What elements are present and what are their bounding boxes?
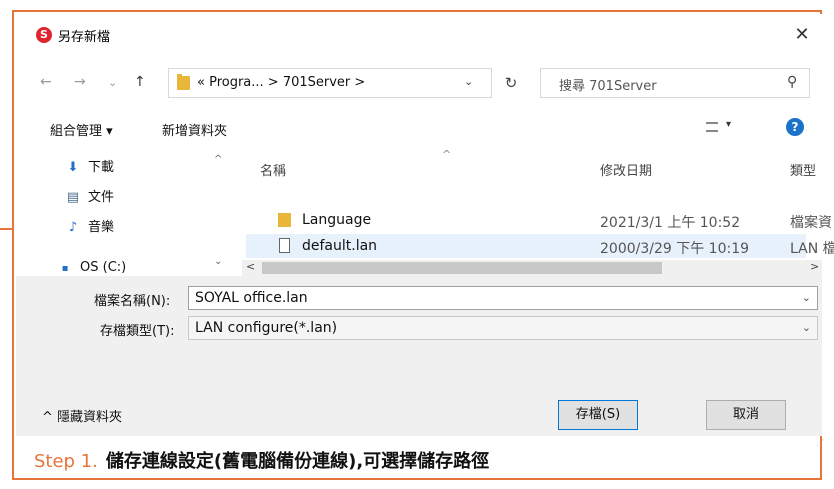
view-options-icon[interactable] [706, 122, 718, 132]
search-placeholder: 搜尋 701Server [559, 79, 657, 94]
sidebar-item-label: 文件 [88, 190, 115, 205]
sidebar-item-music[interactable]: ♪ 音樂 [66, 216, 114, 238]
chevron-down-icon[interactable]: ⌄ [802, 291, 811, 304]
sidebar-item-downloads[interactable]: ⬇ 下載 [66, 156, 114, 178]
file-date: 2021/3/1 上午 10:52 [600, 215, 741, 231]
file-name: default.lan [302, 238, 378, 254]
sidebar-scrollbar[interactable]: ^ ⌄ [212, 152, 224, 278]
address-bar[interactable]: « Progra... > 701Server > ⌄ [168, 68, 492, 98]
file-row-language[interactable]: Language 2021/3/1 上午 10:52 檔案資 [246, 208, 832, 232]
sidebar-item-documents[interactable]: ▤ 文件 [66, 186, 114, 208]
filename-label: 檔案名稱(N): [94, 294, 171, 309]
search-icon[interactable]: ⚲ [787, 74, 797, 90]
download-icon: ⬇ [67, 160, 79, 175]
scroll-left-icon[interactable]: < [246, 260, 255, 273]
command-bar: 組合管理 ▾ 新增資料夾 ▾ ? [16, 110, 822, 146]
scroll-up-icon[interactable]: ^ [214, 154, 222, 165]
filetype-value[interactable]: LAN configure(*.lan) [195, 320, 337, 336]
new-folder-button[interactable]: 新增資料夾 [162, 120, 227, 139]
cancel-button[interactable]: 取消 [706, 400, 786, 430]
file-row-default-lan[interactable]: default.lan 2000/3/29 下午 10:19 LAN 檔 [246, 234, 834, 258]
file-date: 2000/3/29 下午 10:19 [600, 241, 750, 257]
help-icon[interactable]: ? [786, 118, 804, 136]
sort-ascending-icon: ^ [442, 148, 452, 161]
folder-icon [177, 74, 190, 90]
filetype-label: 存檔類型(T): [100, 324, 175, 339]
app-icon: S [36, 27, 52, 43]
save-as-dialog: S 另存新檔 ✕ ← → ⌄ ↑ « Progra... > 701Server… [16, 14, 834, 447]
folder-icon [278, 213, 291, 227]
column-header-date[interactable]: 修改日期 [600, 160, 652, 179]
title-bar: S 另存新檔 ✕ [16, 14, 822, 56]
file-list: ^ 名稱 修改日期 類型 Language 2021/3/1 上午 10:52 … [246, 148, 834, 260]
navigation-pane: ⬇ 下載 ▤ 文件 ♪ 音樂 ▪ OS (C:) ^ ⌄ [16, 152, 241, 275]
column-header-type[interactable]: 類型 [790, 160, 816, 179]
scroll-down-icon[interactable]: ⌄ [214, 256, 222, 267]
chevron-down-icon[interactable]: ⌄ [802, 321, 811, 334]
filename-field[interactable]: SOYAL office.lan ⌄ [188, 286, 818, 310]
view-dropdown-icon[interactable]: ▾ [726, 119, 731, 130]
refresh-icon[interactable]: ↻ [496, 68, 526, 98]
caption-text: 儲存連線設定(舊電腦備份連線),可選擇儲存路徑 [105, 451, 490, 472]
save-options-panel: 檔案名稱(N): SOYAL office.lan ⌄ 存檔類型(T): LAN… [16, 276, 822, 436]
document-icon: ▤ [66, 190, 80, 205]
address-path[interactable]: « Progra... > 701Server > [197, 75, 365, 90]
chevron-down-icon[interactable]: ⌄ [464, 75, 473, 88]
sidebar-item-label: 下載 [88, 160, 115, 175]
file-type: LAN 檔 [790, 241, 834, 257]
sidebar-item-label: 音樂 [88, 220, 115, 235]
frame-marker [0, 228, 14, 230]
file-icon [279, 238, 290, 253]
horizontal-scrollbar[interactable]: < > [242, 260, 822, 276]
filetype-select[interactable]: LAN configure(*.lan) ⌄ [188, 316, 818, 340]
resize-grip-icon[interactable]: ⋰ [816, 438, 824, 447]
window-title: 另存新檔 [58, 30, 111, 45]
hide-folders-button[interactable]: ^ 隱藏資料夾 [42, 406, 122, 425]
tutorial-caption: Step 1. 儲存連線設定(舊電腦備份連線),可選擇儲存路徑 [34, 447, 489, 473]
column-header-name[interactable]: 名稱 [260, 160, 286, 179]
file-name: Language [302, 212, 372, 228]
close-icon[interactable]: ✕ [788, 22, 816, 48]
sidebar-item-label: OS (C:) [80, 260, 127, 275]
up-icon[interactable]: ↑ [134, 74, 146, 90]
step-number: Step 1. [34, 451, 98, 472]
file-type: 檔案資 [790, 215, 832, 231]
organize-button[interactable]: 組合管理 ▾ [50, 120, 113, 139]
navigation-bar: ← → ⌄ ↑ « Progra... > 701Server > ⌄ ↻ 搜尋… [16, 62, 822, 102]
scroll-right-icon[interactable]: > [810, 260, 819, 273]
forward-icon[interactable]: → [74, 74, 86, 90]
search-input[interactable]: 搜尋 701Server ⚲ [540, 68, 810, 98]
back-icon[interactable]: ← [40, 74, 52, 90]
filename-value[interactable]: SOYAL office.lan [195, 290, 308, 306]
recent-locations-icon[interactable]: ⌄ [108, 76, 117, 89]
save-button[interactable]: 存檔(S) [558, 400, 638, 430]
music-icon: ♪ [68, 220, 78, 235]
drive-icon: ▪ [61, 263, 69, 274]
scroll-thumb[interactable] [262, 262, 662, 274]
